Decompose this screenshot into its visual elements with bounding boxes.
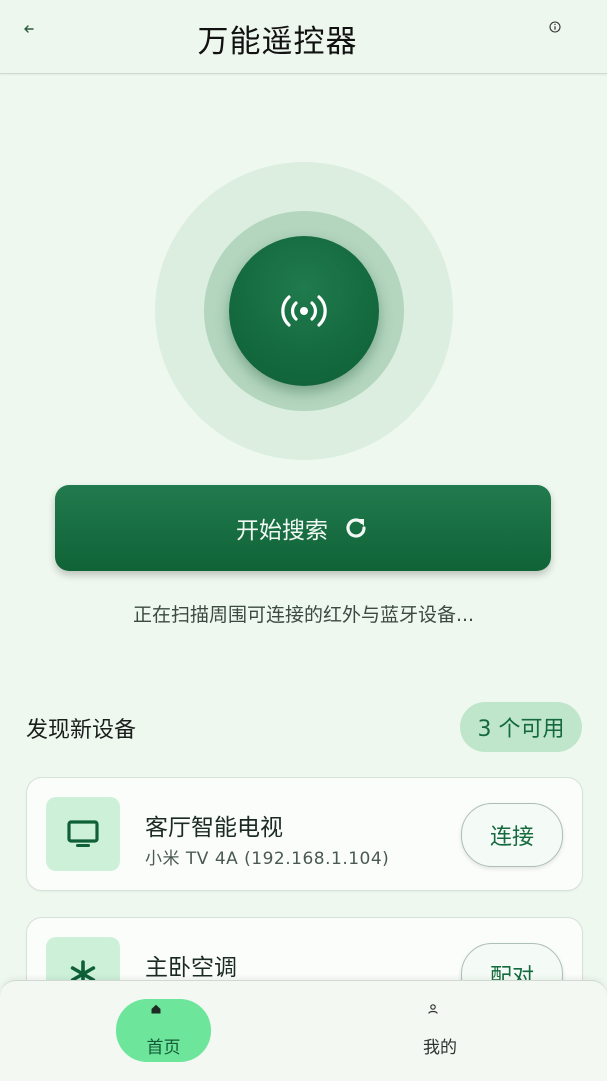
broadcast-icon [281,295,327,327]
home-icon [151,1004,161,1014]
device-name: 主卧空调 [145,955,237,981]
start-search-button[interactable]: 开始搜索 [55,485,551,571]
available-count-badge: 3 个可用 [460,702,582,752]
page-title: 万能遥控器 [197,24,358,60]
info-icon [549,21,561,33]
scan-status-text: 正在扫描周围可连接的红外与蓝牙设备... [132,604,475,626]
device-name: 客厅智能电视 [145,815,283,841]
person-icon [428,1004,438,1014]
scan-radar [155,162,453,460]
start-search-label: 开始搜索 [236,518,328,544]
nav-tab-me[interactable] [340,981,540,1081]
nav-home-label: 首页 [146,1038,181,1058]
info-button[interactable] [544,16,566,38]
device-detail: 小米 TV 4A (192.168.1.104) [145,849,390,869]
bottom-navigation: 首页 我的 [0,980,607,1081]
device-icon-tile [46,797,120,871]
connect-button[interactable]: 连接 [461,803,563,867]
nav-me-label: 我的 [423,1038,457,1058]
section-title: 发现新设备 [26,718,137,743]
refresh-icon [346,518,366,538]
device-card[interactable]: 客厅智能电视 小米 TV 4A (192.168.1.104) 连接 [26,777,583,891]
top-app-bar: 万能遥控器 [0,0,607,74]
radar-core-button[interactable] [229,236,379,386]
tv-icon [67,820,99,847]
